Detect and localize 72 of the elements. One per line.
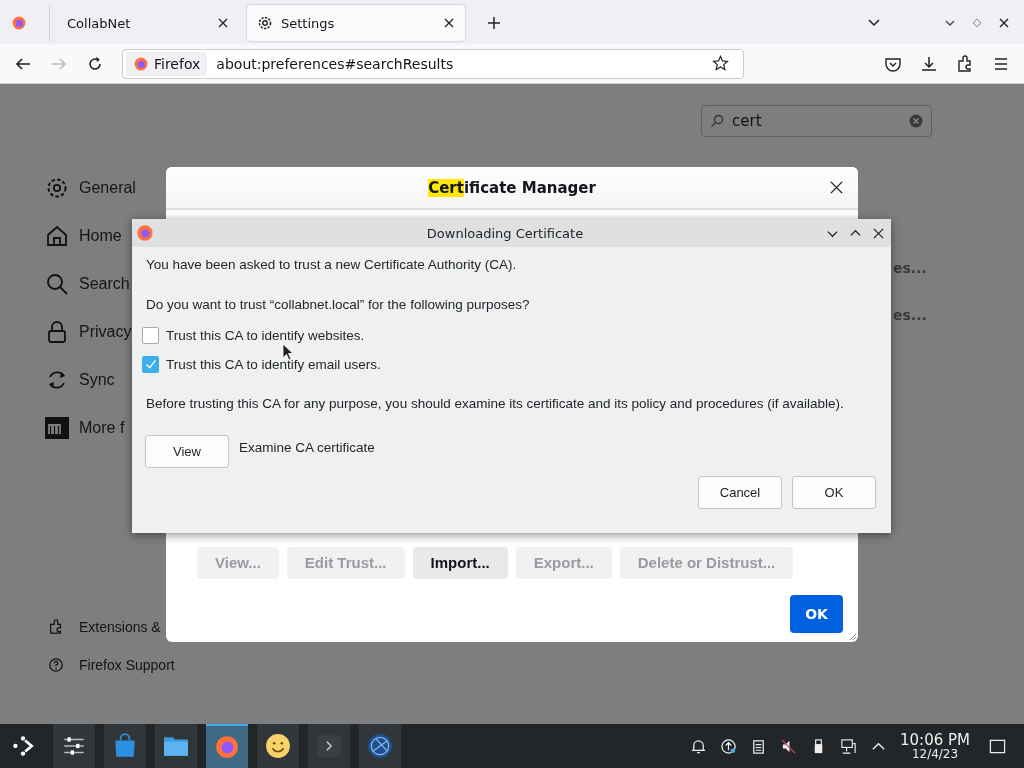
clock[interactable]: 10:06 PM 12/4/23 <box>900 732 970 760</box>
firefox-icon <box>136 224 154 242</box>
view-caption: Examine CA certificate <box>239 440 375 455</box>
cursor-icon <box>282 343 294 361</box>
mozilla-logo-icon <box>45 416 69 440</box>
taskbar-app[interactable] <box>359 724 401 768</box>
sidebar-item[interactable]: Home <box>45 212 175 260</box>
gear-icon <box>45 176 69 200</box>
resize-grip-icon[interactable] <box>849 633 857 641</box>
lock-icon <box>45 320 69 344</box>
sidebar-link[interactable]: Extensions & <box>48 608 175 646</box>
new-tab-icon[interactable] <box>487 16 501 30</box>
intro-text: You have been asked to trust a new Certificate Authority (CA). <box>146 257 518 272</box>
show-desktop-icon[interactable] <box>989 737 1006 755</box>
browser-tab[interactable]: Settings <box>247 5 465 41</box>
search-icon <box>710 114 724 128</box>
button-label: es... <box>893 260 927 276</box>
close-icon[interactable] <box>443 17 455 29</box>
tab-title: CollabNet <box>67 15 132 31</box>
window-title: Downloading Certificate <box>425 225 585 241</box>
dialog-button[interactable]: OK <box>792 476 876 509</box>
star-icon[interactable] <box>712 55 729 72</box>
notification-bell-icon[interactable] <box>690 737 707 755</box>
dialog-button[interactable]: Cancel <box>698 476 782 509</box>
firefox-icon <box>214 734 240 760</box>
button-label: es... <box>893 307 927 323</box>
checkbox[interactable] <box>142 327 159 344</box>
clear-icon[interactable] <box>909 114 923 128</box>
checkbox-label[interactable]: Trust this CA to identify email users. <box>166 357 381 372</box>
checkbox-label[interactable]: Trust this CA to identify websites. <box>166 328 365 343</box>
launcher-icon <box>10 733 36 759</box>
network-icon[interactable] <box>840 737 857 755</box>
question-text: Do you want to trust “collabnet.local” for the following purposes? <box>146 297 531 312</box>
close-icon[interactable] <box>829 180 844 195</box>
taskbar-app[interactable] <box>104 724 146 768</box>
address-bar[interactable]: Firefox about:preferences#searchResults <box>122 48 744 79</box>
help-icon <box>48 657 64 673</box>
warning-text: Before trusting this CA for any purpose, you should examine its certificate and its policy and procedures (if available). <box>146 396 844 411</box>
tab-title: Settings <box>281 15 336 31</box>
dialog-button[interactable]: Import... <box>412 547 508 579</box>
globe-icon <box>367 733 393 759</box>
smiley-icon <box>265 733 291 759</box>
download-icon[interactable] <box>920 54 938 73</box>
puzzle-icon[interactable] <box>956 54 974 73</box>
taskbar-app[interactable] <box>257 724 299 768</box>
muted-speaker-icon[interactable] <box>780 737 797 755</box>
gear-icon <box>257 15 273 31</box>
reload-icon[interactable] <box>86 54 104 73</box>
firefox-icon <box>133 55 149 72</box>
clipboard-icon[interactable] <box>750 737 767 755</box>
checkmark-icon <box>144 358 157 371</box>
search-field[interactable]: cert <box>701 105 932 137</box>
search-icon <box>45 272 69 296</box>
sidebar-link[interactable]: Firefox Support <box>48 646 175 684</box>
taskbar-app[interactable] <box>53 724 95 768</box>
firefox-icon[interactable] <box>11 15 27 31</box>
home-icon <box>45 224 69 248</box>
close-icon[interactable] <box>997 16 1011 30</box>
checkbox[interactable] <box>142 356 159 373</box>
identity-button[interactable]: Firefox <box>126 51 208 76</box>
close-icon[interactable] <box>872 226 885 240</box>
puzzle-icon <box>48 619 64 635</box>
terminal-icon <box>316 733 342 759</box>
url-text: about:preferences#searchResults <box>216 55 455 72</box>
close-icon[interactable] <box>217 17 229 29</box>
update-icon[interactable] <box>720 737 737 755</box>
browser-tab[interactable]: CollabNet <box>49 5 239 41</box>
ok-button[interactable]: OK <box>790 595 843 633</box>
sidebar-item[interactable]: General <box>45 164 175 212</box>
taskbar-app[interactable] <box>155 724 197 768</box>
shopping-bag-icon <box>112 733 138 759</box>
view-button[interactable]: View <box>145 435 229 468</box>
